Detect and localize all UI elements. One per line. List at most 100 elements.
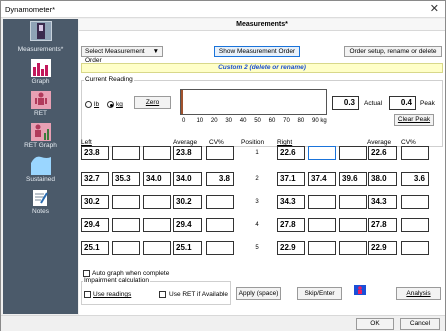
position-number: 4 [255, 222, 259, 228]
sidebar-item-label: RET [34, 110, 47, 117]
select-measurement-order-dropdown[interactable]: Select Measurement Order ▼ [81, 46, 163, 64]
right-trial-1[interactable]: 22.9 [277, 241, 305, 255]
scale-tick-label: 40 [239, 118, 247, 124]
analysis-button[interactable]: Analysis [396, 287, 441, 300]
zero-label: Zero [145, 99, 160, 106]
body-graph-icon [31, 123, 51, 143]
right-trial-2[interactable] [308, 218, 336, 232]
sidebar-item-ret[interactable]: RET [3, 89, 78, 121]
left-trial-2[interactable] [112, 218, 140, 232]
auto-graph-checkbox[interactable] [83, 270, 90, 277]
skip-button[interactable]: Skip/Enter [297, 287, 342, 300]
bar-graph-icon [31, 59, 51, 79]
right-average: 27.8 [368, 218, 397, 232]
title-bar: Dynamometer* ✕ [1, 1, 445, 18]
show-measurement-order-button[interactable]: Show Measurement Order [214, 46, 300, 57]
close-icon[interactable]: ✕ [430, 2, 439, 15]
right-trial-1[interactable]: 27.8 [277, 218, 305, 232]
right-trial-2[interactable] [308, 195, 336, 209]
body-icon [31, 91, 51, 111]
order-setup-button[interactable]: Order setup, rename or delete [344, 46, 442, 57]
right-trial-3[interactable] [339, 195, 367, 209]
sidebar-item-label: Sustained [26, 176, 55, 183]
sidebar-item-measurements[interactable]: Measurements* [3, 19, 78, 57]
left-trial-2[interactable] [112, 241, 140, 255]
left-side-label: Left [81, 139, 92, 146]
cancel-button[interactable]: Cancel [400, 318, 440, 330]
left-average: 23.8 [173, 146, 202, 160]
left-trial-2[interactable]: 35.3 [112, 172, 140, 186]
left-trial-1[interactable]: 29.4 [81, 218, 109, 232]
right-cv-header: CV% [401, 139, 416, 146]
right-trial-1[interactable]: 22.6 [277, 146, 305, 160]
sidebar-item-label: Graph [31, 78, 50, 85]
sidebar-item-ret-graph[interactable]: RET Graph [3, 121, 78, 153]
left-trial-3[interactable] [143, 146, 171, 160]
sidebar-item-notes[interactable]: Notes [3, 187, 78, 219]
sidebar-item-sustained[interactable]: Sustained [3, 153, 78, 187]
apply-button[interactable]: Apply (space) [236, 287, 281, 300]
left-trial-1[interactable]: 30.2 [81, 195, 109, 209]
curve-icon [31, 155, 51, 177]
right-side-label: Right [277, 139, 293, 146]
left-trial-3[interactable] [143, 195, 171, 209]
left-trial-3[interactable] [143, 241, 171, 255]
unit-kg-radio[interactable] [107, 101, 114, 108]
analysis-label: Analysis [406, 290, 431, 297]
reading-scale: 0 10 20 30 40 50 60 70 80 90 kg [180, 118, 327, 126]
select-order-label: Select Measurement Order [85, 48, 145, 64]
apply-label: Apply (space) [238, 290, 279, 297]
right-trial-1[interactable]: 37.1 [277, 172, 305, 186]
auto-graph-label: Auto graph when complete [92, 270, 170, 277]
clear-peak-button[interactable]: Clear Peak [394, 114, 434, 126]
skip-label: Skip/Enter [304, 290, 335, 297]
scale-tick-label: 50 [254, 118, 261, 124]
use-readings-checkbox[interactable] [84, 291, 91, 298]
reading-bar-track [180, 89, 327, 115]
right-trial-3[interactable] [339, 241, 367, 255]
ok-button[interactable]: OK [356, 318, 394, 330]
left-trial-3[interactable] [143, 218, 171, 232]
right-trial-2[interactable]: 37.4 [308, 172, 336, 186]
left-trial-1[interactable]: 23.8 [81, 146, 109, 160]
sidebar-item-graph[interactable]: Graph [3, 57, 78, 89]
scale-tick-label: 20 [210, 118, 218, 124]
scale-tick-label: 80 [297, 118, 305, 124]
zero-button[interactable]: Zero [134, 96, 171, 109]
position-number: 2 [255, 176, 259, 182]
left-trial-2[interactable] [112, 195, 140, 209]
right-trial-2[interactable] [308, 241, 336, 255]
current-reading-label: Current Reading [84, 76, 134, 83]
use-readings-label: Use readings [93, 291, 132, 298]
right-trial-3[interactable] [339, 218, 367, 232]
right-trial-3[interactable]: 39.6 [339, 172, 367, 186]
left-trial-2[interactable] [112, 146, 140, 160]
left-trial-1[interactable]: 25.1 [81, 241, 109, 255]
chevron-down-icon: ▼ [152, 48, 159, 55]
left-trial-1[interactable]: 32.7 [81, 172, 109, 186]
scale-tick-label: 30 [225, 118, 233, 124]
use-ret-label: Use RET if Available [169, 291, 229, 298]
unit-lb-radio[interactable] [85, 101, 92, 108]
order-setup-label: Order setup, rename or delete [349, 48, 437, 55]
right-cv [401, 146, 429, 160]
body-map-icon[interactable] [354, 285, 366, 297]
notes-icon [32, 189, 50, 209]
sidebar-item-label: Measurements* [17, 46, 64, 53]
right-trial-2[interactable] [308, 146, 336, 160]
cancel-label: Cancel [409, 320, 431, 327]
left-average: 34.0 [173, 172, 202, 186]
right-trial-3[interactable] [339, 146, 367, 160]
use-ret-checkbox[interactable] [159, 291, 166, 298]
sidebar: Measurements* Graph RET RET Graph Sustai… [3, 19, 78, 314]
right-trial-1[interactable]: 34.3 [277, 195, 305, 209]
left-cv-header: CV% [209, 139, 224, 146]
impairment-label: Impairment calculation [83, 277, 151, 284]
right-average: 34.3 [368, 195, 397, 209]
peak-label: Peak [420, 100, 435, 107]
left-average: 30.2 [173, 195, 202, 209]
right-cv [401, 241, 429, 255]
right-average: 22.6 [368, 146, 397, 160]
order-name-banner: Custom 2 (delete or rename) [81, 63, 443, 73]
left-trial-3[interactable]: 34.0 [143, 172, 171, 186]
